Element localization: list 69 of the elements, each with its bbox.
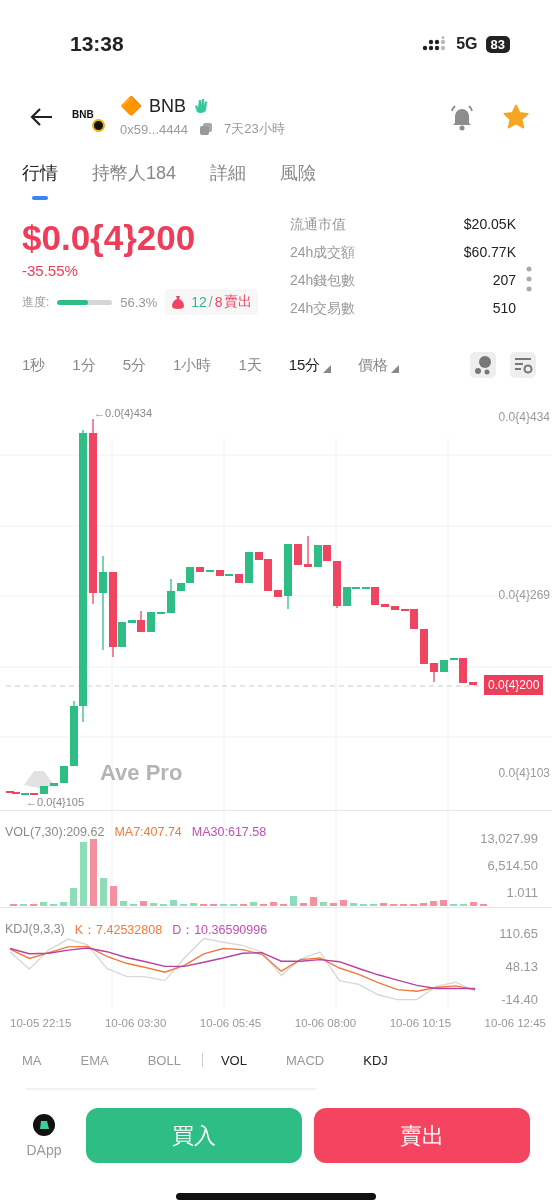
tab[interactable]: 持幣人184: [92, 145, 177, 200]
time-label: 10-06 08:00: [294, 1017, 357, 1029]
progress-percent: 56.3%: [120, 294, 158, 310]
dapp-label[interactable]: DApp: [26, 1141, 62, 1158]
low-price-marker: ←0.0{4}105: [26, 796, 85, 808]
time-label: 10-05 22:15: [10, 1017, 72, 1029]
token-logo: BNB: [72, 100, 110, 133]
stat-value: $20.05K: [463, 216, 516, 234]
progress-label: 進度:: [22, 293, 50, 311]
stat-value: $60.77K: [463, 244, 516, 262]
trade-count: /: [208, 294, 213, 310]
indicator-tab[interactable]: VOL: [220, 1052, 247, 1068]
legend-item: VOL(7,30):209.62: [5, 825, 105, 839]
buy-button[interactable]: 買入: [86, 1108, 302, 1163]
current-price-tag: 0.0{4}200: [484, 675, 544, 695]
stat-label: 流通市值: [290, 216, 346, 234]
status-time: 13:38: [70, 32, 124, 56]
tab[interactable]: 風險: [280, 145, 317, 200]
interval-tab[interactable]: 1天: [238, 355, 262, 375]
price-change: -35.55%: [22, 262, 79, 279]
legend-item: D：10.36590996: [172, 922, 268, 939]
interval-tab[interactable]: 1分: [72, 355, 96, 375]
price-value: $0.0{4}200: [22, 217, 197, 259]
time-label: 10-06 05:45: [199, 1017, 262, 1029]
time-label: 10-06 03:30: [104, 1017, 167, 1029]
tab[interactable]: 詳細: [210, 145, 247, 200]
stat-value: 207: [492, 272, 516, 290]
interval-tab[interactable]: 1秒: [22, 355, 46, 375]
interval-tab[interactable]: 價格: [358, 355, 400, 375]
stat-label: 24h成交額: [290, 244, 356, 262]
token-address: 0x59...4444: [120, 121, 188, 137]
trade-count: 12: [191, 294, 207, 310]
network-label: 5G: [456, 35, 478, 53]
sell-button[interactable]: 賣出: [314, 1108, 530, 1163]
interval-tab[interactable]: 1小時: [173, 355, 212, 375]
token-symbol: BNB: [149, 95, 186, 117]
tab[interactable]: 行情: [22, 145, 58, 200]
stat-value: 510: [492, 300, 516, 318]
indicator-tab[interactable]: MACD: [285, 1052, 325, 1068]
trade-count: 8: [214, 294, 223, 310]
trade-count: 賣出: [224, 293, 253, 311]
indicator-tab[interactable]: KDJ: [363, 1052, 388, 1068]
interval-tab[interactable]: 5分: [122, 355, 147, 375]
diamond-icon: 🔶: [120, 95, 142, 117]
axis-label: 6,514.50: [487, 858, 538, 873]
axis-label: 48.13: [505, 958, 538, 974]
battery-indicator: 83: [485, 35, 510, 53]
legend-item: KDJ(9,3,3): [5, 922, 65, 938]
time-label: 10-06 10:15: [389, 1017, 452, 1029]
chart-watermark: Ave Pro: [100, 760, 183, 786]
axis-label: 1.011: [506, 885, 538, 900]
axis-label: 0.0{4}103: [498, 766, 550, 780]
axis-label: 0.0{4}269: [498, 588, 550, 602]
indicator-tab[interactable]: EMA: [80, 1052, 109, 1068]
axis-label: 13,027.99: [480, 831, 538, 846]
axis-label: -14.40: [501, 991, 538, 1007]
legend-item: MA30:617.58: [191, 825, 267, 839]
indicator-tab[interactable]: MA: [22, 1052, 42, 1068]
stat-label: 24h錢包數: [290, 272, 356, 290]
legend-item: MA7:407.74: [114, 825, 182, 839]
time-label: 10-06 12:45: [484, 1017, 546, 1029]
legend-item: K：7.42532808: [74, 922, 163, 939]
axis-label: 0.0{4}434: [498, 410, 550, 424]
stat-label: 24h交易數: [290, 300, 356, 318]
token-age: 7天23小時: [223, 120, 285, 138]
interval-tab[interactable]: 15分: [288, 355, 332, 375]
high-price-marker: ←0.0{4}434: [94, 407, 153, 419]
axis-label: 110.65: [499, 926, 538, 941]
indicator-tab[interactable]: BOLL: [147, 1052, 181, 1068]
